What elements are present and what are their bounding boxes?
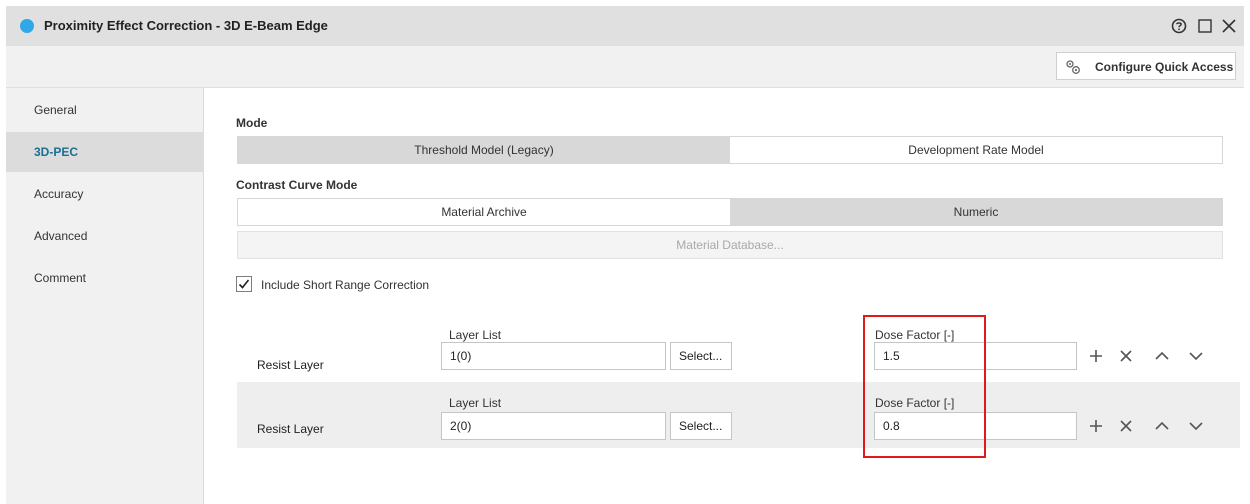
dose-factor-label: Dose Factor [-] <box>875 396 955 410</box>
resist-layer-label: Resist Layer <box>257 422 324 436</box>
resist-layer-label: Resist Layer <box>257 358 324 372</box>
sidebar-item-advanced[interactable]: Advanced <box>6 216 204 256</box>
remove-icon[interactable] <box>1118 418 1134 434</box>
toolbar: Configure Quick Access <box>6 46 1244 88</box>
gears-icon <box>1066 60 1080 74</box>
checkmark-icon <box>238 279 250 289</box>
window-title: Proximity Effect Correction - 3D E-Beam … <box>44 18 328 33</box>
contrast-option-numeric[interactable]: Numeric <box>730 199 1222 225</box>
sidebar-item-label: Comment <box>34 271 87 285</box>
layer-select-button[interactable]: Select... <box>670 412 732 440</box>
sidebar-item-comment[interactable]: Comment <box>6 258 204 298</box>
app-status-dot-icon <box>20 19 34 33</box>
layer-list-input[interactable]: 1(0) <box>441 342 666 370</box>
resist-layer-row: Resist Layer Layer List 1(0) Select... D… <box>237 312 1240 378</box>
help-icon[interactable] <box>1170 17 1188 35</box>
title-bar: Proximity Effect Correction - 3D E-Beam … <box>6 6 1244 46</box>
dose-factor-label: Dose Factor [-] <box>875 328 955 342</box>
layer-list-input[interactable]: 2(0) <box>441 412 666 440</box>
mode-option-threshold[interactable]: Threshold Model (Legacy) <box>238 137 730 163</box>
sidebar-item-label: Accuracy <box>34 187 84 201</box>
sidebar-item-3d-pec[interactable]: 3D-PEC <box>6 132 204 172</box>
layer-select-button[interactable]: Select... <box>670 342 732 370</box>
add-icon[interactable] <box>1088 348 1104 364</box>
material-database-button[interactable]: Material Database... <box>237 231 1223 259</box>
resist-layer-row: Resist Layer Layer List 2(0) Select... D… <box>237 382 1240 448</box>
dose-factor-input[interactable]: 0.8 <box>874 412 1077 440</box>
close-icon[interactable] <box>1220 17 1238 35</box>
layer-list-label: Layer List <box>449 328 502 342</box>
sidebar-item-accuracy[interactable]: Accuracy <box>6 174 204 214</box>
sidebar-item-label: 3D-PEC <box>34 145 79 159</box>
move-down-icon[interactable] <box>1188 348 1204 364</box>
short-range-correction-checkbox[interactable] <box>236 276 252 292</box>
mode-label: Mode <box>236 116 268 130</box>
remove-icon[interactable] <box>1118 348 1134 364</box>
maximize-icon[interactable] <box>1196 17 1214 35</box>
contrast-option-material-archive[interactable]: Material Archive <box>238 199 730 225</box>
sidebar: General 3D-PEC Accuracy Advanced Comment <box>6 88 204 504</box>
configure-quick-access-label: Configure Quick Access <box>1095 60 1234 74</box>
add-icon[interactable] <box>1088 418 1104 434</box>
sidebar-item-general[interactable]: General <box>6 90 204 130</box>
contrast-curve-segmented-control: Material Archive Numeric <box>237 198 1223 226</box>
short-range-correction-label: Include Short Range Correction <box>261 278 430 292</box>
sidebar-item-label: General <box>34 103 77 117</box>
layer-list-label: Layer List <box>449 396 502 410</box>
contrast-curve-mode-label: Contrast Curve Mode <box>236 178 358 192</box>
move-up-icon[interactable] <box>1154 418 1170 434</box>
move-up-icon[interactable] <box>1154 348 1170 364</box>
configure-quick-access-button[interactable]: Configure Quick Access <box>1056 52 1236 80</box>
move-down-icon[interactable] <box>1188 418 1204 434</box>
mode-option-development-rate[interactable]: Development Rate Model <box>730 137 1222 163</box>
sidebar-item-label: Advanced <box>34 229 88 243</box>
dose-factor-input[interactable]: 1.5 <box>874 342 1077 370</box>
mode-segmented-control: Threshold Model (Legacy) Development Rat… <box>237 136 1223 164</box>
